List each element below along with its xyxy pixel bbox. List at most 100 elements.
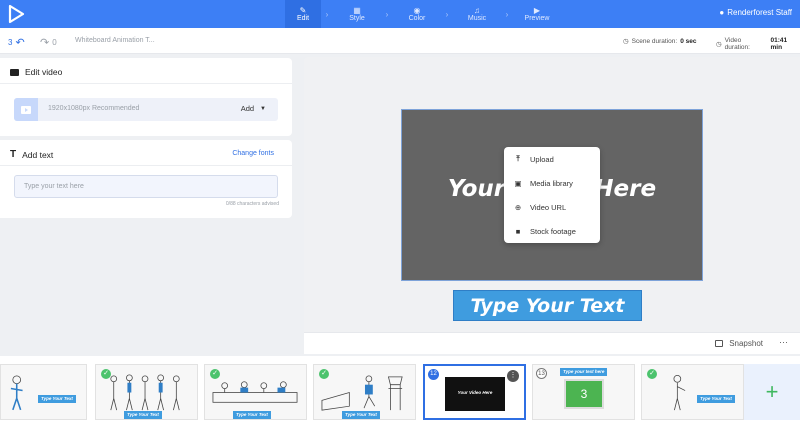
scene-thumbnail[interactable]: Type Your Text bbox=[0, 364, 87, 420]
text-input[interactable]: Type your text here bbox=[14, 175, 278, 198]
check-icon: ✓ bbox=[647, 369, 657, 379]
scene-thumbnail[interactable]: ✓ Type Your Text bbox=[641, 364, 744, 420]
scene-illustration bbox=[673, 375, 686, 411]
menu-item-media-library[interactable]: ▣ Media library bbox=[514, 176, 573, 190]
add-text-header: T Add text bbox=[10, 149, 53, 160]
check-icon: ✓ bbox=[319, 369, 329, 379]
scene-thumbnail[interactable]: ✓ Type Your Text bbox=[313, 364, 416, 420]
step-style-label: Style bbox=[349, 15, 365, 22]
snapshot-label: Snapshot bbox=[729, 339, 763, 348]
chevron-right-icon: › bbox=[445, 9, 449, 19]
redo-count: 0 bbox=[52, 38, 57, 47]
menu-item-stock-footage[interactable]: ■ Stock footage bbox=[514, 224, 576, 238]
menu-item-media-library-label: Media library bbox=[530, 178, 573, 188]
edit-video-title: Edit video bbox=[25, 67, 63, 77]
scene-duration-value: 0 sec bbox=[680, 37, 697, 45]
divider bbox=[0, 165, 292, 166]
video-icon bbox=[10, 68, 19, 76]
scene-options-icon[interactable]: ⋮ bbox=[507, 370, 519, 382]
music-icon: ♫ bbox=[474, 6, 480, 15]
scene-thumbnail-selected[interactable]: 12 Your Video Here ⋮ bbox=[423, 364, 526, 420]
project-title[interactable]: Whiteboard Animation T... bbox=[75, 37, 155, 44]
menu-item-video-url[interactable]: ⊕ Video URL bbox=[514, 200, 566, 214]
edit-video-header: Edit video bbox=[10, 67, 62, 77]
scene-text-tag: Type Your Text bbox=[124, 411, 162, 419]
media-source-menu: ⤒ Upload ▣ Media library ⊕ Video URL ■ S… bbox=[504, 147, 600, 243]
menu-item-upload-label: Upload bbox=[530, 154, 554, 164]
video-duration: ◷ Video duration: 01:41 min bbox=[716, 37, 800, 51]
scene-thumbnail[interactable]: 13 Type your text here 3 bbox=[532, 364, 635, 420]
scene-illustration bbox=[321, 375, 403, 411]
edit-video-panel: Edit video bbox=[0, 58, 292, 136]
scene-timeline: Type Your Text ✓ Type Your Text ✓ Type Y… bbox=[0, 356, 800, 423]
video-upload-field[interactable]: 1920x1080px Recommended Add ▼ bbox=[14, 98, 278, 121]
user-icon: ● bbox=[719, 8, 725, 17]
text-icon: T bbox=[10, 149, 17, 160]
more-options-button[interactable]: ··· bbox=[779, 337, 788, 347]
pencil-icon: ✎ bbox=[299, 6, 307, 15]
globe-icon: ⊕ bbox=[514, 202, 522, 212]
camera-icon: ■ bbox=[515, 226, 521, 236]
undo-icon: ↶ bbox=[15, 37, 25, 49]
clock-icon: ◷ bbox=[623, 38, 629, 45]
text-banner[interactable]: Type Your Text bbox=[453, 290, 642, 321]
scene-number: 12 bbox=[428, 369, 439, 380]
scene-thumbnail[interactable]: ✓ Type Your Text bbox=[95, 364, 198, 420]
user-menu[interactable]: ● Renderforest Staff bbox=[719, 8, 792, 17]
image-icon bbox=[715, 340, 724, 347]
step-music-label: Music bbox=[467, 15, 487, 22]
step-preview[interactable]: ▶ Preview bbox=[513, 0, 561, 28]
project-bar: 3 ↶ ↷ 0 Whiteboard Animation T... ◷ Scen… bbox=[0, 28, 800, 54]
caret-down-icon: ▼ bbox=[260, 105, 266, 112]
media-library-icon: ▣ bbox=[514, 178, 522, 188]
scene-number: 13 bbox=[536, 368, 547, 379]
menu-item-video-url-label: Video URL bbox=[530, 202, 567, 212]
scene-text-tag: Type your text here bbox=[560, 368, 608, 376]
chevron-right-icon: › bbox=[385, 9, 389, 19]
chevron-right-icon: › bbox=[325, 9, 329, 19]
upload-hint: 1920x1080px Recommended bbox=[48, 105, 140, 112]
chevron-right-icon: › bbox=[505, 9, 509, 19]
scene-illustration bbox=[110, 374, 180, 411]
menu-item-stock-footage-label: Stock footage bbox=[530, 226, 576, 236]
add-dropdown-button[interactable]: Add ▼ bbox=[241, 104, 266, 113]
change-fonts-link[interactable]: Change fonts bbox=[232, 150, 274, 157]
style-icon: ▦ bbox=[353, 6, 361, 15]
scene-text-tag: Type Your Text bbox=[342, 411, 380, 419]
step-color[interactable]: ◉ Color bbox=[393, 0, 441, 28]
step-style[interactable]: ▦ Style bbox=[333, 0, 381, 28]
scene-thumbnail[interactable]: ✓ Type Your Text bbox=[204, 364, 307, 420]
step-nav: ✎ Edit › ▦ Style › ◉ Color › ♫ Music › ▶… bbox=[285, 0, 561, 28]
menu-item-upload[interactable]: ⤒ Upload bbox=[514, 152, 554, 166]
user-name: Renderforest Staff bbox=[727, 8, 792, 17]
scene-text-tag: Type Your Text bbox=[38, 395, 76, 403]
redo-button[interactable]: ↷ 0 bbox=[40, 36, 57, 49]
video-placeholder-icon bbox=[14, 98, 38, 121]
undo-button[interactable]: 3 ↶ bbox=[8, 36, 25, 49]
step-color-label: Color bbox=[408, 15, 426, 22]
add-label: Add bbox=[240, 104, 255, 113]
char-count: 0/88 characters advised bbox=[225, 201, 279, 207]
step-music[interactable]: ♫ Music bbox=[453, 0, 501, 28]
divider bbox=[0, 83, 292, 84]
scene-tablet-number: 3 bbox=[564, 379, 604, 409]
palette-icon: ◉ bbox=[413, 6, 421, 15]
upload-icon: ⤒ bbox=[516, 154, 520, 163]
scene-text-tag: Type Your Text bbox=[697, 395, 735, 403]
scene-duration-label: Scene duration: bbox=[631, 37, 678, 45]
step-edit[interactable]: ✎ Edit bbox=[285, 0, 321, 28]
check-icon: ✓ bbox=[210, 369, 220, 379]
video-duration-value: 01:41 min bbox=[770, 37, 788, 51]
scene-illustration bbox=[10, 375, 23, 411]
scene-video-text: Your Video Here bbox=[457, 390, 493, 395]
renderforest-logo-icon[interactable] bbox=[6, 4, 26, 24]
play-icon: ▶ bbox=[533, 6, 541, 15]
add-scene-button[interactable]: + bbox=[744, 364, 800, 420]
clock-icon: ◷ bbox=[716, 41, 722, 48]
scene-duration: ◷ Scene duration: 0 sec bbox=[623, 37, 697, 46]
step-edit-label: Edit bbox=[296, 15, 310, 22]
scene-illustration bbox=[212, 381, 298, 403]
check-icon: ✓ bbox=[101, 369, 111, 379]
snapshot-button[interactable]: Snapshot bbox=[715, 339, 763, 348]
undo-count: 3 bbox=[8, 38, 13, 47]
